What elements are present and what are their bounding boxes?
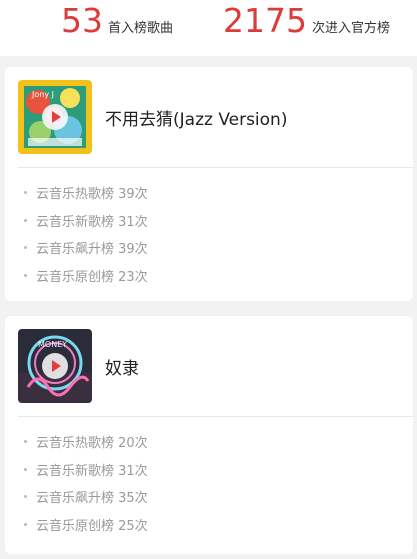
rank-item-rising: 云音乐飙升榜 35次 (5, 483, 413, 511)
rank-item-original: 云音乐原创榜 25次 (5, 511, 413, 539)
cover-text: Jony J (31, 90, 54, 99)
chart-rank-list: 云音乐热歌榜 39次 云音乐新歌榜 31次 云音乐飙升榜 39次 云音乐原创榜 … (5, 179, 413, 289)
rank-text: 云音乐飙升榜 35次 (36, 491, 148, 507)
divider (18, 416, 413, 417)
rank-item-hot: 云音乐热歌榜 39次 (5, 179, 413, 207)
song-title[interactable]: 不用去猜(Jazz Version) (105, 105, 287, 130)
song-title[interactable]: 奴隶 (105, 354, 139, 379)
rank-text: 云音乐原创榜 23次 (36, 269, 148, 285)
rank-item-original: 云音乐原创榜 23次 (5, 262, 413, 290)
rank-item-new: 云音乐新歌榜 31次 (5, 456, 413, 484)
bullet-icon (24, 522, 27, 526)
play-icon[interactable] (42, 353, 68, 379)
bullet-icon (24, 467, 27, 471)
stat-label: 首入榜歌曲 (108, 21, 174, 36)
bullet-icon (24, 273, 27, 277)
song-row[interactable]: MONEY 奴隶 (5, 316, 413, 416)
stats-header: 53 首入榜歌曲 2175 次进入官方榜 (0, 0, 417, 56)
rank-item-new: 云音乐新歌榜 31次 (5, 207, 413, 235)
rank-text: 云音乐原创榜 25次 (36, 518, 148, 534)
song-row[interactable]: Jony J 不用去猜(Jazz Version) (5, 67, 413, 167)
album-cover[interactable]: Jony J (18, 80, 92, 154)
rank-text: 云音乐热歌榜 20次 (36, 436, 148, 452)
bullet-icon (24, 191, 27, 195)
stat-label: 次进入官方榜 (311, 21, 390, 36)
stat-number: 2175 (223, 1, 307, 40)
rank-item-hot: 云音乐热歌榜 20次 (5, 428, 413, 456)
chart-rank-list: 云音乐热歌榜 20次 云音乐新歌榜 31次 云音乐飙升榜 35次 云音乐原创榜 … (5, 428, 413, 538)
rank-text: 云音乐热歌榜 39次 (36, 187, 148, 203)
album-cover[interactable]: MONEY (18, 329, 92, 403)
bullet-icon (24, 246, 27, 250)
cover-text: MONEY (38, 340, 67, 349)
rank-text: 云音乐新歌榜 31次 (36, 463, 148, 479)
rank-text: 云音乐飙升榜 39次 (36, 242, 148, 258)
divider (18, 167, 413, 168)
play-icon[interactable] (42, 104, 68, 130)
stat-number: 53 (61, 1, 103, 40)
bullet-icon (24, 440, 27, 444)
stat-first-chart-songs: 53 首入榜歌曲 (61, 0, 173, 42)
rank-text: 云音乐新歌榜 31次 (36, 214, 148, 230)
bullet-icon (24, 495, 27, 499)
song-card: MONEY 奴隶 云音乐热歌榜 20次 云音乐新歌榜 31次 云音乐飙升榜 35… (5, 316, 413, 554)
bullet-icon (24, 218, 27, 222)
rank-item-rising: 云音乐飙升榜 39次 (5, 234, 413, 262)
stat-chart-entries: 2175 次进入官方榜 (223, 0, 390, 42)
song-card: Jony J 不用去猜(Jazz Version) 云音乐热歌榜 39次 云音乐… (5, 67, 413, 301)
